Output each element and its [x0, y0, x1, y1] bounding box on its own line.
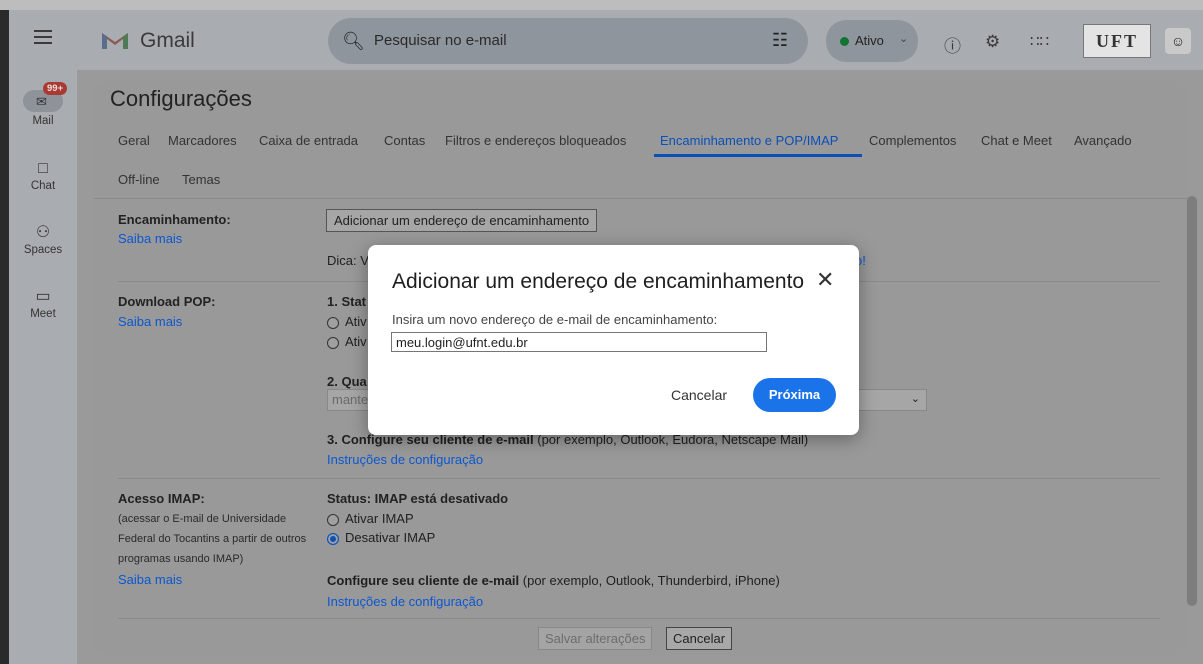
imap-enable-label: Ativar IMAP [345, 511, 414, 526]
imap-desc-line: programas usando IMAP) [118, 553, 244, 565]
imap-instructions-link[interactable]: Instruções de configuração [327, 594, 483, 609]
search-bar[interactable]: 🔍︎ Pesquisar no e-mail ☷ [328, 18, 808, 64]
pop-option-label: Ativ [345, 314, 367, 329]
imap-config-text: Configure seu cliente de e-mail (por exe… [327, 573, 780, 588]
account-avatar[interactable]: ☺ [1165, 28, 1191, 54]
pop-option-2[interactable]: Ativ [327, 334, 367, 349]
forwarding-learn-more-link[interactable]: Saiba mais [118, 231, 182, 246]
tab-avancado[interactable]: Avançado [1074, 133, 1132, 148]
imap-config-rest: (por exemplo, Outlook, Thunderbird, iPho… [519, 573, 780, 588]
tab-geral[interactable]: Geral [118, 133, 150, 148]
dialog-label: Insira um novo endereço de e-mail de enc… [392, 312, 718, 327]
chevron-down-icon: ⌄ [910, 393, 920, 405]
chat-icon: □ [38, 160, 48, 177]
search-icon[interactable]: 🔍︎ [342, 31, 365, 52]
apps-grid-icon[interactable]: ∷∷ [1030, 32, 1049, 50]
section-divider [118, 618, 1160, 619]
tab-filtros[interactable]: Filtros e endereços bloqueados [445, 133, 626, 148]
scrollbar[interactable] [1187, 196, 1197, 606]
imap-enable-option[interactable]: Ativar IMAP [327, 511, 414, 526]
tab-complementos[interactable]: Complementos [869, 133, 956, 148]
forwarding-title: Encaminhamento: [118, 212, 231, 227]
save-changes-button[interactable]: Salvar alterações [538, 627, 653, 650]
section-divider [118, 478, 1160, 479]
imap-status: Status: IMAP está desativado [327, 491, 509, 506]
tab-encaminhamento[interactable]: Encaminhamento e POP/IMAP [660, 133, 838, 148]
window-left-edge [0, 10, 9, 664]
imap-disable-label: Desativar IMAP [345, 530, 436, 545]
page-title: Configurações [110, 86, 252, 111]
rail-item-mail[interactable]: ✉ 99+ Mail [9, 82, 77, 127]
search-input[interactable]: Pesquisar no e-mail [374, 32, 507, 49]
forwarding-email-input[interactable] [391, 332, 767, 352]
imap-config-bold: Configure seu cliente de e-mail [327, 573, 520, 588]
active-tab-indicator [654, 154, 862, 157]
pop-status: 1. Stat [327, 294, 367, 309]
tab-caixa-de-entrada[interactable]: Caixa de entrada [259, 133, 358, 148]
imap-title: Acesso IMAP: [118, 491, 205, 506]
tab-off-line[interactable]: Off-line [118, 172, 160, 187]
radio-button-selected[interactable] [327, 532, 339, 545]
search-options-icon[interactable]: ☷ [772, 30, 788, 51]
help-icon[interactable]: ⓘ [944, 32, 961, 57]
radio-button[interactable] [327, 513, 339, 526]
main-menu-icon[interactable] [34, 30, 52, 44]
rail-item-spaces[interactable]: ⚇ Spaces [9, 222, 77, 256]
pop-learn-more-link[interactable]: Saiba mais [118, 314, 182, 329]
pop-option-1[interactable]: Ativ [327, 314, 367, 329]
tab-contas[interactable]: Contas [384, 133, 425, 148]
status-selector[interactable]: Ativo ⌄ [826, 20, 918, 62]
pop-instructions-link[interactable]: Instruções de configuração [327, 452, 483, 467]
dialog-next-button[interactable]: Próxima [753, 378, 836, 412]
browser-top-strip [0, 0, 1203, 10]
chevron-down-icon: ⌄ [899, 33, 909, 45]
organization-logo[interactable]: UFT [1083, 24, 1151, 58]
rail-item-meet[interactable]: ▭ Meet [9, 286, 77, 320]
spaces-icon: ⚇ [35, 224, 51, 241]
pop-option-label: Ativ [345, 334, 367, 349]
unread-badge: 99+ [43, 82, 68, 95]
pop-title: Download POP: [118, 294, 216, 309]
pop-question-2: 2. Qua [327, 374, 367, 389]
status-label: Ativo [855, 33, 884, 48]
close-icon[interactable]: ✕ [816, 267, 834, 293]
tab-marcadores[interactable]: Marcadores [168, 133, 237, 148]
imap-disable-option[interactable]: Desativar IMAP [327, 530, 435, 545]
rail-label: Meet [30, 308, 56, 320]
rail-item-chat[interactable]: □ Chat [9, 160, 77, 192]
imap-desc-line: Federal do Tocantins a partir de outros [118, 533, 307, 545]
add-forwarding-dialog: Adicionar um endereço de encaminhamento … [368, 245, 859, 435]
rail-label: Spaces [23, 244, 63, 256]
imap-desc-line: (acessar o E-mail de Universidade [118, 513, 287, 525]
mail-icon: ✉ 99+ [23, 82, 68, 112]
status-dot [840, 37, 849, 46]
dialog-title: Adicionar um endereço de encaminhamento [392, 270, 805, 293]
rail-label: Mail [32, 115, 54, 127]
settings-gear-icon[interactable]: ⚙ [985, 32, 1000, 52]
app-name: Gmail [140, 29, 195, 52]
tab-chat-e-meet[interactable]: Chat e Meet [981, 133, 1052, 148]
select-value: mante [332, 392, 369, 407]
cancel-changes-button[interactable]: Cancelar [666, 627, 733, 650]
dialog-cancel-button[interactable]: Cancelar [671, 387, 727, 403]
rail-label: Chat [30, 180, 56, 192]
imap-learn-more-link[interactable]: Saiba mais [118, 572, 182, 587]
radio-button[interactable] [327, 336, 339, 349]
radio-button[interactable] [327, 316, 339, 329]
add-forwarding-address-button[interactable]: Adicionar um endereço de encaminhamento [326, 209, 598, 232]
tabs-divider [94, 198, 1189, 199]
gmail-logo-icon[interactable] [100, 29, 130, 54]
forwarding-tip: Dica: V [327, 253, 369, 268]
video-camera-icon: ▭ [35, 288, 51, 305]
tab-temas[interactable]: Temas [182, 172, 220, 187]
